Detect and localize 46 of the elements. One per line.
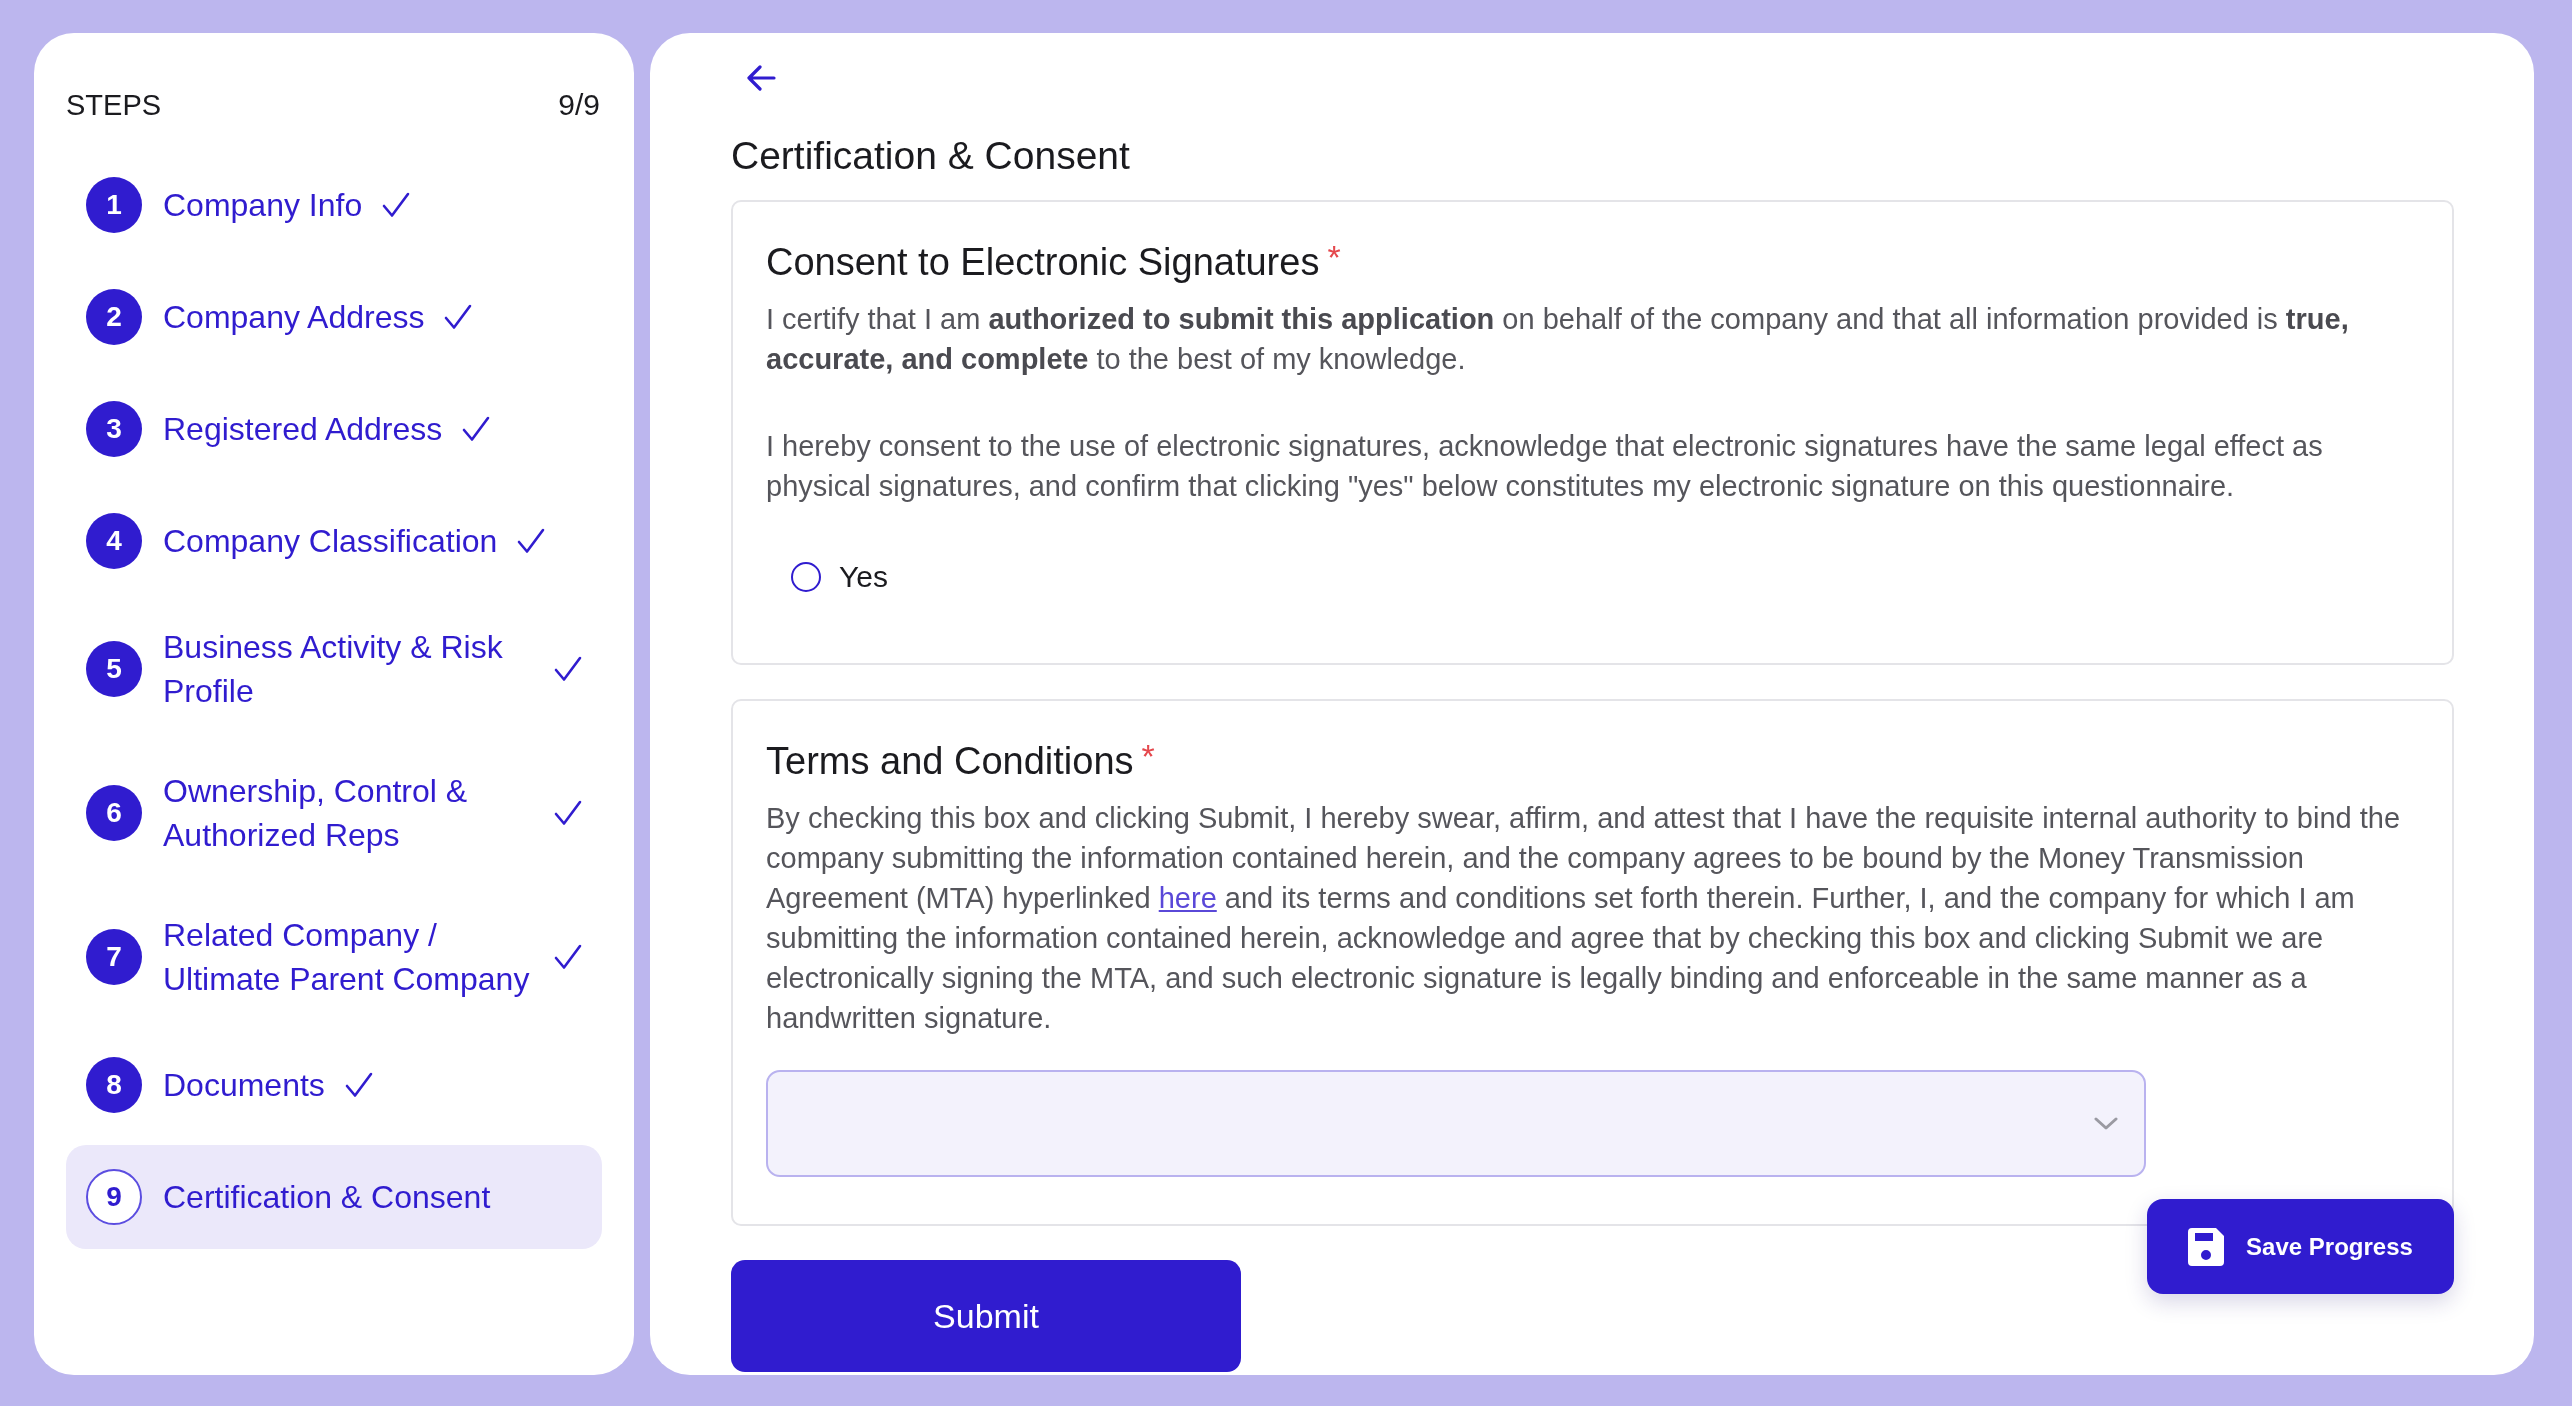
step-label: Related Company / Ultimate Parent Company xyxy=(163,916,531,999)
step-label: Company Classification xyxy=(163,522,498,561)
step-number: 7 xyxy=(86,929,142,985)
step-item[interactable]: 4 Company Classification xyxy=(66,489,602,593)
step-counter: 9/9 xyxy=(558,88,600,122)
step-number: 8 xyxy=(86,1057,142,1113)
step-number: 2 xyxy=(86,289,142,345)
step-label: Company Address xyxy=(163,298,425,337)
step-number: 1 xyxy=(86,177,142,233)
step-label: Ownership, Control & Authorized Reps xyxy=(163,772,469,855)
step-label: Certification & Consent xyxy=(163,1178,491,1217)
radio-label: Yes xyxy=(839,560,888,594)
save-progress-button[interactable]: Save Progress xyxy=(2147,1199,2454,1294)
step-item[interactable]: 3 Registered Address xyxy=(66,377,602,481)
step-number: 9 xyxy=(86,1169,142,1225)
submit-button[interactable]: Submit xyxy=(731,1260,1241,1372)
radio-button[interactable] xyxy=(791,562,821,592)
step-item[interactable]: 2 Company Address xyxy=(66,265,602,369)
step-item[interactable]: 7 Related Company / Ultimate Parent Company xyxy=(66,889,602,1025)
step-item[interactable]: 6 Ownership, Control & Authorized Reps xyxy=(66,745,602,881)
step-item[interactable]: 1 Company Info xyxy=(66,153,602,257)
arrow-left-icon xyxy=(745,62,777,94)
required-asterisk: * xyxy=(1141,738,1155,774)
step-label: Documents xyxy=(163,1066,325,1105)
step-number: 3 xyxy=(86,401,142,457)
step-label: Business Activity & Risk Profile xyxy=(163,628,504,711)
step-number: 4 xyxy=(86,513,142,569)
page-title: Certification & Consent xyxy=(731,133,1131,179)
select-field[interactable] xyxy=(766,1070,2146,1177)
step-item[interactable]: 8 Documents xyxy=(66,1033,602,1137)
step-label: Registered Address xyxy=(163,410,443,449)
step-item[interactable]: 9 Certification & Consent xyxy=(66,1145,602,1249)
paragraph: I certify that I am authorized to submit this application on behalf of the company and that all information provided is true, accurate, and complete to the best of my knowledge. xyxy=(766,302,2350,377)
section-title: Consent to Electronic Signatures xyxy=(766,240,1320,285)
paragraph: By checking this box and clicking Submit, I hereby swear, affirm, and attest that I have the requisite internal authority to bind the company submitting the information contained herein, and the company agrees to be bound by the Money Transmission Agreement (MTA) hyperlinked here and its terms and conditions set forth therein. Further, I, and the company for which I am submitting the information contained herein, acknowledge and agree that by checking this box and clicking Submit we are electronically signing the MTA, and such electronic signature is legally binding and enforceable in the same manner as a handwritten signature. xyxy=(766,801,2402,1036)
back-button[interactable] xyxy=(745,62,777,94)
paragraph: I hereby consent to the use of electronic signatures, acknowledge that electronic signatures have the same legal effect as physical signatures, and confirm that clicking "yes" below constitutes my electronic signature on this questionnaire. xyxy=(766,429,2324,504)
section-title: Terms and Conditions xyxy=(766,739,1134,784)
step-item[interactable]: 5 Business Activity & Risk Profile xyxy=(66,601,602,737)
step-label: Company Info xyxy=(163,186,363,225)
required-asterisk: * xyxy=(1327,239,1341,275)
step-number: 5 xyxy=(86,641,142,697)
sidebar-title: STEPS xyxy=(66,88,162,122)
chevron-down-icon xyxy=(2094,1117,2118,1130)
step-number: 6 xyxy=(86,785,142,841)
link[interactable]: here xyxy=(1158,882,1217,914)
